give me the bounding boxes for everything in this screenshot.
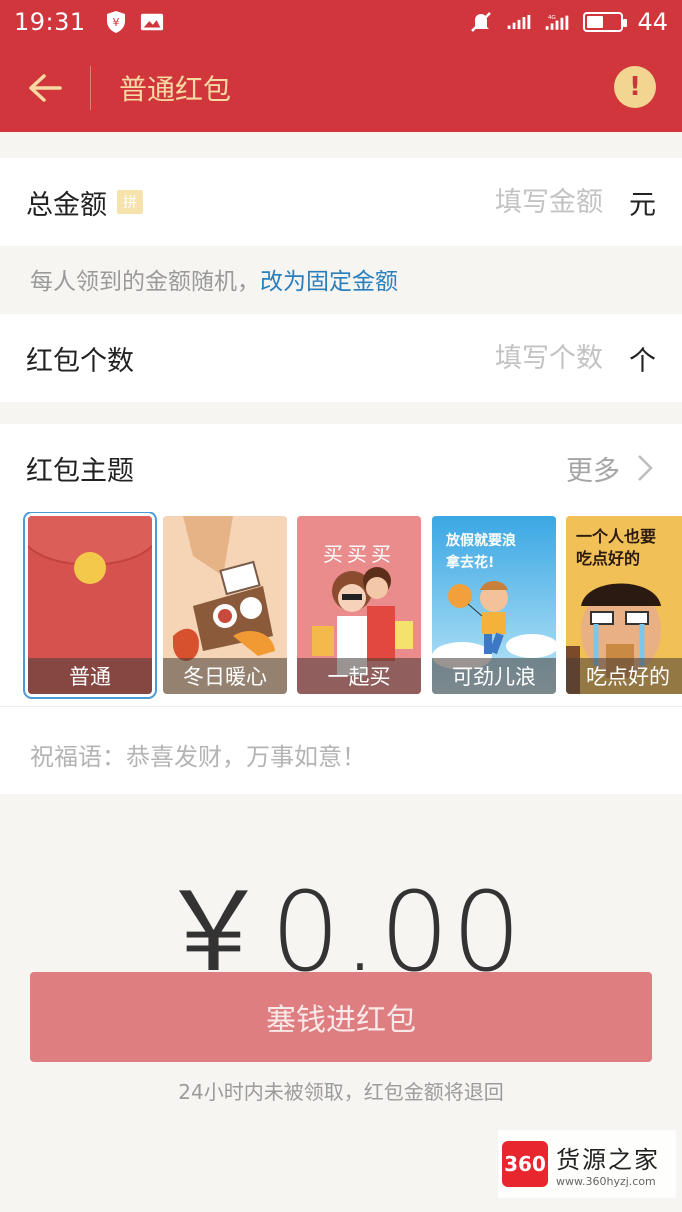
svg-text:4G: 4G [548,15,556,21]
fixed-amount-link[interactable]: 改为固定金额 [260,269,398,295]
watermark-title: 货源之家 [556,1146,660,1174]
theme-label: 可劲儿浪 [432,658,556,694]
amount-card: 总金额 拼 元 [0,158,682,246]
count-unit: 个 [629,345,656,377]
vacation-art-text: 放假就要浪 拿去花! [446,533,516,571]
exclamation-icon: ! [629,72,641,102]
watermark-logo: 360 货源之家 www.360hyzj.com [498,1130,676,1198]
theme-item-normal[interactable]: 普通 [23,512,157,699]
theme-list: 普通 冬日暖心 买买买 一起买 放假就要浪 拿去花! 可劲儿浪 一个人也要 吃点… [0,512,682,707]
theme-item-eat-good[interactable]: 一个人也要 吃点好的 吃点好的 [566,516,682,694]
signal-4g-icon: 4G [545,11,569,33]
amount-hint-text: 每人领到的金额随机， [30,269,260,295]
svg-text:¥: ¥ [112,16,119,29]
title-divider [90,66,91,110]
amount-hint: 每人领到的金额随机，改为固定金额 [30,262,398,296]
amount-unit: 元 [629,189,656,221]
pinyin-badge[interactable]: 拼 [117,190,143,214]
theme-label: 吃点好的 [566,658,682,694]
battery-icon [583,12,628,32]
image-notification-icon [140,11,164,33]
count-card: 红包个数 个 [0,314,682,402]
mute-bell-icon [469,11,493,33]
battery-level: 44 [637,8,668,36]
theme-card: 红包主题 更多 普通 冬日暖心 买买买 一起买 放假就要浪 拿去花! 可劲儿浪 … [0,424,682,706]
arrow-left-icon [29,74,62,102]
theme-title: 红包主题 [26,455,134,487]
title-bar: 普通红包 ! [0,44,682,132]
status-bar: 19:31 ¥ 4G 44 [0,0,682,44]
count-label: 红包个数 [26,345,134,377]
blessing-card[interactable]: 祝福语：恭喜发财，万事如意！ [0,706,682,794]
refund-notice: 24小时内未被领取，红包金额将退回 [178,1080,504,1104]
theme-item-winter-warmth[interactable]: 冬日暖心 [163,516,287,694]
more-themes-button[interactable]: 更多 [566,449,656,488]
signal-icon [507,11,531,33]
theme-label: 普通 [28,658,152,694]
food-art-text: 一个人也要 吃点好的 [576,527,657,568]
count-input[interactable] [403,342,603,374]
clock: 19:31 [14,8,86,36]
page-title: 普通红包 [119,73,232,106]
theme-item-buy-together[interactable]: 买买买 一起买 [297,516,421,694]
blessing-input[interactable]: 祝福语：恭喜发财，万事如意！ [30,737,366,772]
amount-label: 总金额 [26,189,107,221]
theme-label: 一起买 [297,658,421,694]
red-packet-app: 19:31 ¥ 4G 44 普通红包 ! 总金额 拼 填写金额 元 每人领到的金… [0,0,682,1212]
chevron-right-icon [638,455,653,481]
more-label: 更多 [566,455,620,487]
submit-button[interactable]: 塞钱进红包 [30,972,652,1062]
theme-label: 冬日暖心 [163,658,287,694]
watermark-badge: 360 [502,1141,548,1187]
watermark-url: www.360hyzj.com [556,1175,656,1188]
shield-yen-icon: ¥ [104,11,128,33]
info-button[interactable]: ! [614,66,656,108]
back-button[interactable] [0,44,90,132]
theme-item-have-fun[interactable]: 放假就要浪 拿去花! 可劲儿浪 [432,516,556,694]
buy-art-text: 买买买 [323,542,395,566]
amount-input[interactable] [403,186,603,218]
